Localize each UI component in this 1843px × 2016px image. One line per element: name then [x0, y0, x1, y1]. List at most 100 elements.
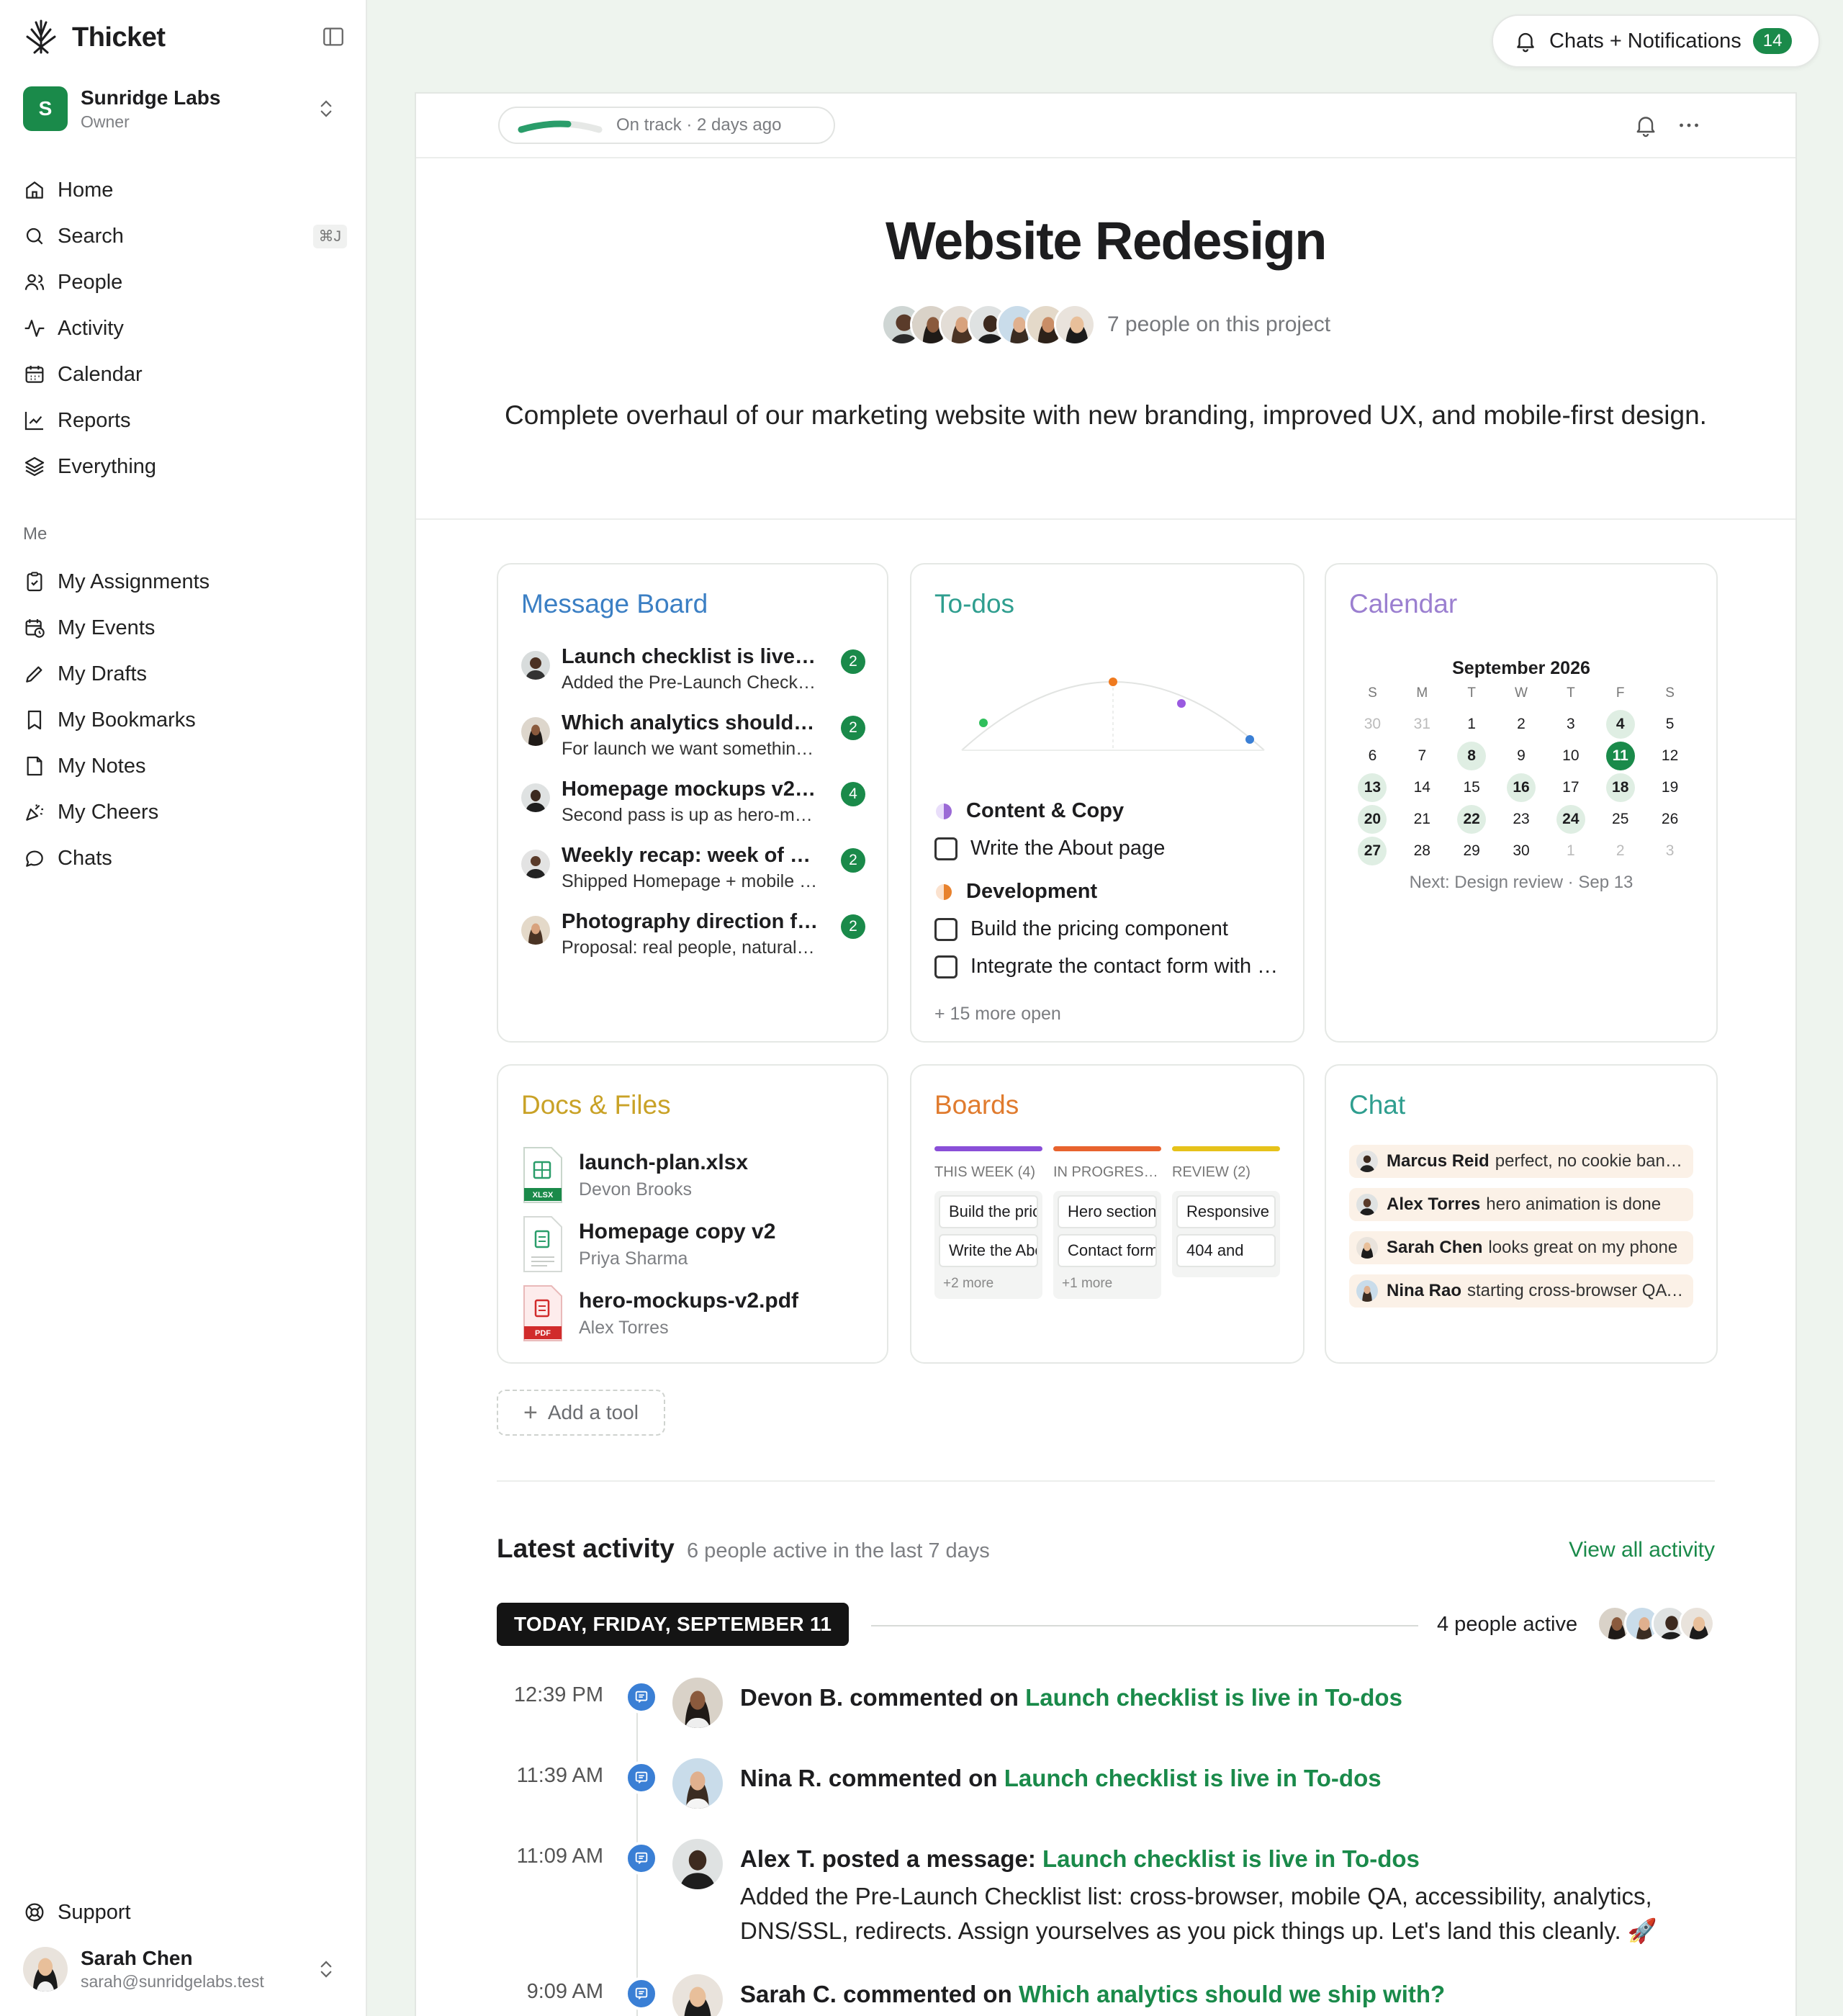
message-item[interactable]: Photography direction for the new site P…: [521, 910, 865, 975]
todo-item[interactable]: Integrate the contact form with CRM: [934, 955, 1281, 978]
nav-my-events[interactable]: My Events: [23, 605, 347, 651]
more-cards-link[interactable]: +1 more: [1058, 1273, 1157, 1295]
docs-files-card[interactable]: Docs & Files XLSX launch-plan.xlsx Devon…: [497, 1064, 888, 1364]
calendar-day[interactable]: 9: [1497, 740, 1546, 772]
board-card[interactable]: Write the About: [939, 1234, 1038, 1267]
calendar-day[interactable]: 3: [1645, 835, 1695, 867]
calendar-day[interactable]: 30: [1497, 835, 1546, 867]
message-item[interactable]: Homepage mockups v2: hero options Second…: [521, 778, 865, 842]
event-target-link[interactable]: Launch checklist is live in To-dos: [1004, 1765, 1382, 1791]
nav-activity[interactable]: Activity: [23, 305, 347, 351]
nav-chats[interactable]: Chats: [23, 835, 347, 881]
calendar-day[interactable]: 3: [1546, 708, 1595, 740]
calendar-day[interactable]: 29: [1447, 835, 1497, 867]
board-card[interactable]: Responsive: [1176, 1195, 1276, 1228]
board-card[interactable]: Contact form: [1058, 1234, 1157, 1267]
more-cards-link[interactable]: +2 more: [939, 1273, 1038, 1295]
calendar-day[interactable]: 2: [1595, 835, 1645, 867]
todo-item[interactable]: Write the About page: [934, 837, 1281, 860]
file-item[interactable]: Homepage copy v2 Priya Sharma: [521, 1215, 865, 1280]
next-event[interactable]: Next: Design review · Sep 13: [1326, 873, 1716, 893]
event-target-link[interactable]: Launch checklist is live in To-dos: [1025, 1684, 1402, 1711]
nav-home[interactable]: Home: [23, 167, 347, 213]
view-all-activity-link[interactable]: View all activity: [1569, 1538, 1715, 1562]
todo-checkbox[interactable]: [934, 955, 957, 978]
bell-icon[interactable]: [1633, 112, 1659, 138]
nav-my-cheers[interactable]: My Cheers: [23, 789, 347, 835]
todo-group[interactable]: Content & Copy: [934, 799, 1124, 823]
board-card[interactable]: Build the pricing: [939, 1195, 1038, 1228]
calendar-day[interactable]: 25: [1595, 804, 1645, 835]
message-item[interactable]: Which analytics should we ship with? For…: [521, 711, 865, 776]
nav-everything[interactable]: Everything: [23, 444, 347, 490]
event-target-link[interactable]: Launch checklist is live in To-dos: [1042, 1845, 1420, 1872]
calendar-day-today[interactable]: 11: [1595, 740, 1645, 772]
board-column[interactable]: REVIEW (2) Responsive 404 and: [1172, 1146, 1280, 1277]
chat-message[interactable]: Marcus Reid perfect, no cookie banner ne…: [1349, 1145, 1693, 1178]
calendar-day[interactable]: 12: [1645, 740, 1695, 772]
sidebar-toggle-icon[interactable]: [321, 24, 350, 50]
add-tool-button[interactable]: + Add a tool: [497, 1390, 665, 1436]
chevron-updown-icon[interactable]: [315, 96, 337, 121]
message-item[interactable]: Launch checklist is live in To-dos Added…: [521, 645, 865, 710]
calendar-day[interactable]: 22: [1447, 804, 1497, 835]
todo-checkbox[interactable]: [934, 917, 957, 941]
nav-my-drafts[interactable]: My Drafts: [23, 651, 347, 697]
nav-search[interactable]: Search ⌘J: [23, 213, 347, 259]
calendar-day[interactable]: 30: [1348, 708, 1397, 740]
calendar-day[interactable]: 14: [1397, 772, 1447, 804]
nav-my-bookmarks[interactable]: My Bookmarks: [23, 697, 347, 743]
chat-message[interactable]: Sarah Chen looks great on my phone: [1349, 1231, 1693, 1264]
chat-message[interactable]: Alex Torres hero animation is done: [1349, 1188, 1693, 1221]
calendar-day[interactable]: 27: [1348, 835, 1397, 867]
event-target-link[interactable]: Which analytics should we ship with?: [1019, 1981, 1445, 2007]
project-people[interactable]: 7 people on this project: [416, 304, 1795, 346]
project-status-pill[interactable]: On track · 2 days ago: [498, 107, 835, 144]
org-switcher[interactable]: S Sunridge Labs Owner: [23, 85, 348, 132]
nav-reports[interactable]: Reports: [23, 397, 347, 444]
nav-my-notes[interactable]: My Notes: [23, 743, 347, 789]
calendar-day[interactable]: 10: [1546, 740, 1595, 772]
calendar-day[interactable]: 5: [1645, 708, 1695, 740]
notifications-button[interactable]: Chats + Notifications 14: [1492, 14, 1820, 68]
board-card[interactable]: 404 and: [1176, 1234, 1276, 1267]
more-todos-link[interactable]: + 15 more open: [934, 1004, 1061, 1025]
calendar-day[interactable]: 2: [1497, 708, 1546, 740]
board-column[interactable]: IN PROGRESS (3) Hero section Contact for…: [1053, 1146, 1161, 1299]
board-card[interactable]: Hero section: [1058, 1195, 1157, 1228]
calendar-day[interactable]: 28: [1397, 835, 1447, 867]
calendar-day[interactable]: 21: [1397, 804, 1447, 835]
nav-my-assignments[interactable]: My Assignments: [23, 559, 347, 605]
calendar-day[interactable]: 7: [1397, 740, 1447, 772]
chat-message[interactable]: Nina Rao starting cross-browser QA now: [1349, 1274, 1693, 1308]
calendar-day[interactable]: 18: [1595, 772, 1645, 804]
calendar-day[interactable]: 16: [1497, 772, 1546, 804]
nav-calendar[interactable]: Calendar: [23, 351, 347, 397]
todo-checkbox[interactable]: [934, 837, 957, 860]
calendar-day[interactable]: 13: [1348, 772, 1397, 804]
file-item[interactable]: PDF hero-mockups-v2.pdf Alex Torres: [521, 1284, 865, 1349]
file-item[interactable]: XLSX launch-plan.xlsx Devon Brooks: [521, 1146, 865, 1211]
avatar-stack[interactable]: [1597, 1606, 1715, 1642]
brand[interactable]: Thicket: [23, 17, 166, 58]
nav-people[interactable]: People: [23, 259, 347, 305]
boards-card[interactable]: Boards THIS WEEK (4) Build the pricing W…: [910, 1064, 1304, 1364]
calendar-day[interactable]: 8: [1447, 740, 1497, 772]
more-options-icon[interactable]: [1676, 112, 1702, 138]
message-item[interactable]: Weekly recap: week of Sep 7 Shipped Home…: [521, 844, 865, 909]
todos-card[interactable]: To-dos Content & Copy Write the About pa…: [910, 563, 1304, 1043]
calendar-day[interactable]: 24: [1546, 804, 1595, 835]
calendar-day[interactable]: 1: [1447, 708, 1497, 740]
todo-group[interactable]: Development: [934, 880, 1097, 904]
board-column[interactable]: THIS WEEK (4) Build the pricing Write th…: [934, 1146, 1042, 1299]
calendar-day[interactable]: 31: [1397, 708, 1447, 740]
calendar-day[interactable]: 19: [1645, 772, 1695, 804]
todo-item[interactable]: Build the pricing component: [934, 917, 1281, 941]
calendar-day[interactable]: 17: [1546, 772, 1595, 804]
calendar-day[interactable]: 26: [1645, 804, 1695, 835]
calendar-day[interactable]: 20: [1348, 804, 1397, 835]
support-link[interactable]: Support: [23, 1889, 131, 1935]
chevron-updown-icon[interactable]: [315, 1957, 337, 1981]
calendar-day[interactable]: 6: [1348, 740, 1397, 772]
message-board-card[interactable]: Message Board Launch checklist is live i…: [497, 563, 888, 1043]
